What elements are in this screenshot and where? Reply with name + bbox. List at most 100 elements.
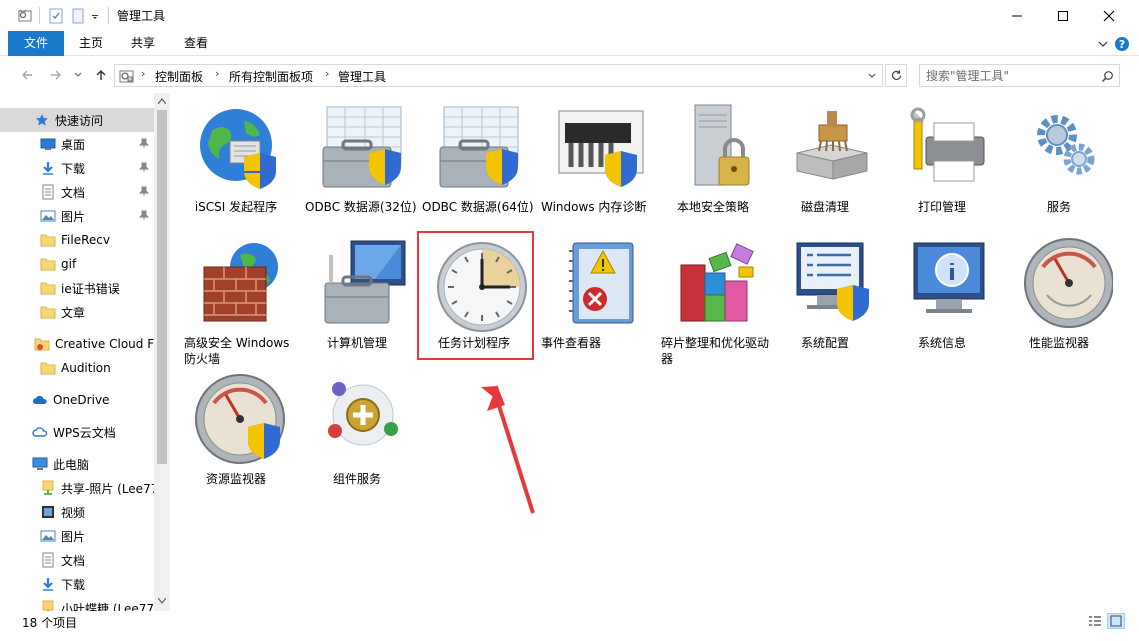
annotation-arrow-icon [481, 385, 535, 514]
nav-label: 小叶蝶糖 (Lee77 [61, 601, 154, 612]
scroll-down-icon[interactable] [158, 597, 166, 605]
address-bar[interactable]: › 控制面板 › 所有控制面板项 › 管理工具 [114, 64, 883, 87]
refresh-button[interactable] [885, 64, 907, 87]
expand-ribbon-icon[interactable] [1094, 35, 1112, 53]
nav-label: 视频 [61, 505, 86, 520]
nav-gif[interactable]: gif [0, 252, 154, 276]
minimize-button[interactable] [994, 0, 1040, 31]
search-icon[interactable] [1099, 68, 1115, 84]
nav-label: 图片 [61, 209, 86, 224]
new-folder-icon[interactable] [69, 0, 87, 31]
computer-icon [32, 456, 48, 472]
breadcrumb-all-control-panel-items[interactable]: 所有控制面板项 [229, 68, 313, 85]
back-button[interactable] [18, 66, 36, 84]
nav-downloads-pc[interactable]: 下载 [0, 572, 154, 596]
close-button[interactable] [1086, 0, 1132, 31]
nav-filerecv[interactable]: FileRecv [0, 228, 154, 252]
download-icon [40, 160, 56, 176]
wps-cloud-icon [32, 424, 48, 440]
pin-icon[interactable] [138, 137, 150, 149]
nav-videos[interactable]: 视频 [0, 500, 154, 524]
nav-downloads[interactable]: 下载 [0, 156, 154, 180]
nav-audition[interactable]: Audition [0, 356, 154, 380]
content-pane: iSCSI 发起程序 ODBC 数据源(32位) ODBC 数据源(64位) W… [171, 93, 1139, 611]
nav-label: Audition [61, 361, 111, 375]
pin-icon[interactable] [138, 209, 150, 221]
title-divider [39, 7, 40, 24]
pin-icon[interactable] [138, 161, 150, 173]
nav-articles[interactable]: 文章 [0, 300, 154, 324]
nav-label: 图片 [61, 529, 86, 544]
breadcrumb-control-panel[interactable]: 控制面板 [155, 68, 203, 85]
document-icon [40, 552, 56, 568]
pictures-icon [40, 528, 56, 544]
folder-icon [40, 280, 56, 296]
search-input[interactable] [920, 65, 1090, 86]
scroll-up-icon[interactable] [158, 97, 166, 105]
nav-label: 此电脑 [53, 457, 90, 472]
onedrive-icon [32, 392, 48, 408]
large-icons-view-icon[interactable] [1107, 613, 1125, 629]
help-icon[interactable]: ? [1113, 35, 1131, 53]
highlight-box [417, 231, 534, 360]
nav-label: OneDrive [53, 393, 110, 407]
control-panel-icon [118, 67, 136, 88]
folder-icon [40, 360, 56, 376]
desktop-icon [40, 136, 56, 152]
nav-label: gif [61, 257, 77, 271]
nav-label: 文档 [61, 185, 86, 200]
nav-scrollbar[interactable] [154, 93, 170, 611]
item-count: 18 个项目 [22, 616, 78, 630]
star-icon [34, 112, 50, 128]
search-box[interactable] [919, 64, 1120, 87]
nav-label: 文档 [61, 553, 86, 568]
scroll-thumb[interactable] [157, 110, 167, 464]
up-button[interactable] [92, 66, 110, 84]
nav-pictures[interactable]: 图片 [0, 204, 154, 228]
checklist-icon[interactable] [47, 0, 65, 31]
tab-share[interactable]: 共享 [123, 31, 163, 56]
nav-xiaoye[interactable]: 小叶蝶糖 (Lee77 [0, 596, 154, 611]
network-share-icon [40, 480, 56, 496]
status-bar: 18 个项目 [0, 611, 1139, 631]
download-icon [40, 576, 56, 592]
tab-file[interactable]: 文件 [8, 31, 64, 56]
nav-ie-cert-error[interactable]: ie证书错误 [0, 276, 154, 300]
nav-onedrive[interactable]: OneDrive [0, 388, 154, 412]
nav-desktop[interactable]: 桌面 [0, 132, 154, 156]
window-title: 管理工具 [117, 9, 166, 23]
creative-cloud-icon [34, 336, 50, 352]
network-share-icon [40, 600, 56, 611]
video-icon [40, 504, 56, 520]
nav-documents[interactable]: 文档 [0, 180, 154, 204]
document-icon [40, 184, 56, 200]
nav-pictures-pc[interactable]: 图片 [0, 524, 154, 548]
breadcrumb-admin-tools[interactable]: 管理工具 [338, 68, 386, 85]
nav-documents-pc[interactable]: 文档 [0, 548, 154, 572]
address-dropdown-icon[interactable] [864, 68, 880, 84]
nav-label: WPS云文档 [53, 425, 116, 440]
properties-icon[interactable] [17, 0, 35, 31]
nav-share-photos[interactable]: 共享-照片 (Lee77 [0, 476, 154, 500]
nav-wps-cloud[interactable]: WPS云文档 [0, 420, 154, 444]
recent-locations-icon[interactable] [72, 66, 84, 84]
pin-icon[interactable] [138, 185, 150, 197]
taskbar-strip [0, 631, 1139, 641]
nav-creative-cloud[interactable]: Creative Cloud Fil [0, 332, 154, 356]
maximize-button[interactable] [1040, 0, 1086, 31]
nav-label: FileRecv [61, 233, 110, 247]
nav-this-pc[interactable]: 此电脑 [0, 452, 154, 476]
nav-label: 下载 [61, 577, 86, 592]
quick-access-dropdown-icon[interactable] [90, 0, 100, 31]
nav-label: 文章 [61, 305, 86, 320]
tab-view[interactable]: 查看 [176, 31, 216, 56]
ribbon-tabs: 文件 主页 共享 查看 ? [0, 31, 1139, 56]
pictures-icon [40, 208, 56, 224]
tab-home[interactable]: 主页 [71, 31, 111, 56]
nav-quick-access[interactable]: 快速访问 [0, 108, 154, 132]
forward-button[interactable] [47, 66, 65, 84]
details-view-icon[interactable] [1086, 613, 1104, 629]
folder-icon [40, 256, 56, 272]
nav-label: 桌面 [61, 137, 86, 152]
breadcrumb-separator: › [141, 67, 146, 80]
